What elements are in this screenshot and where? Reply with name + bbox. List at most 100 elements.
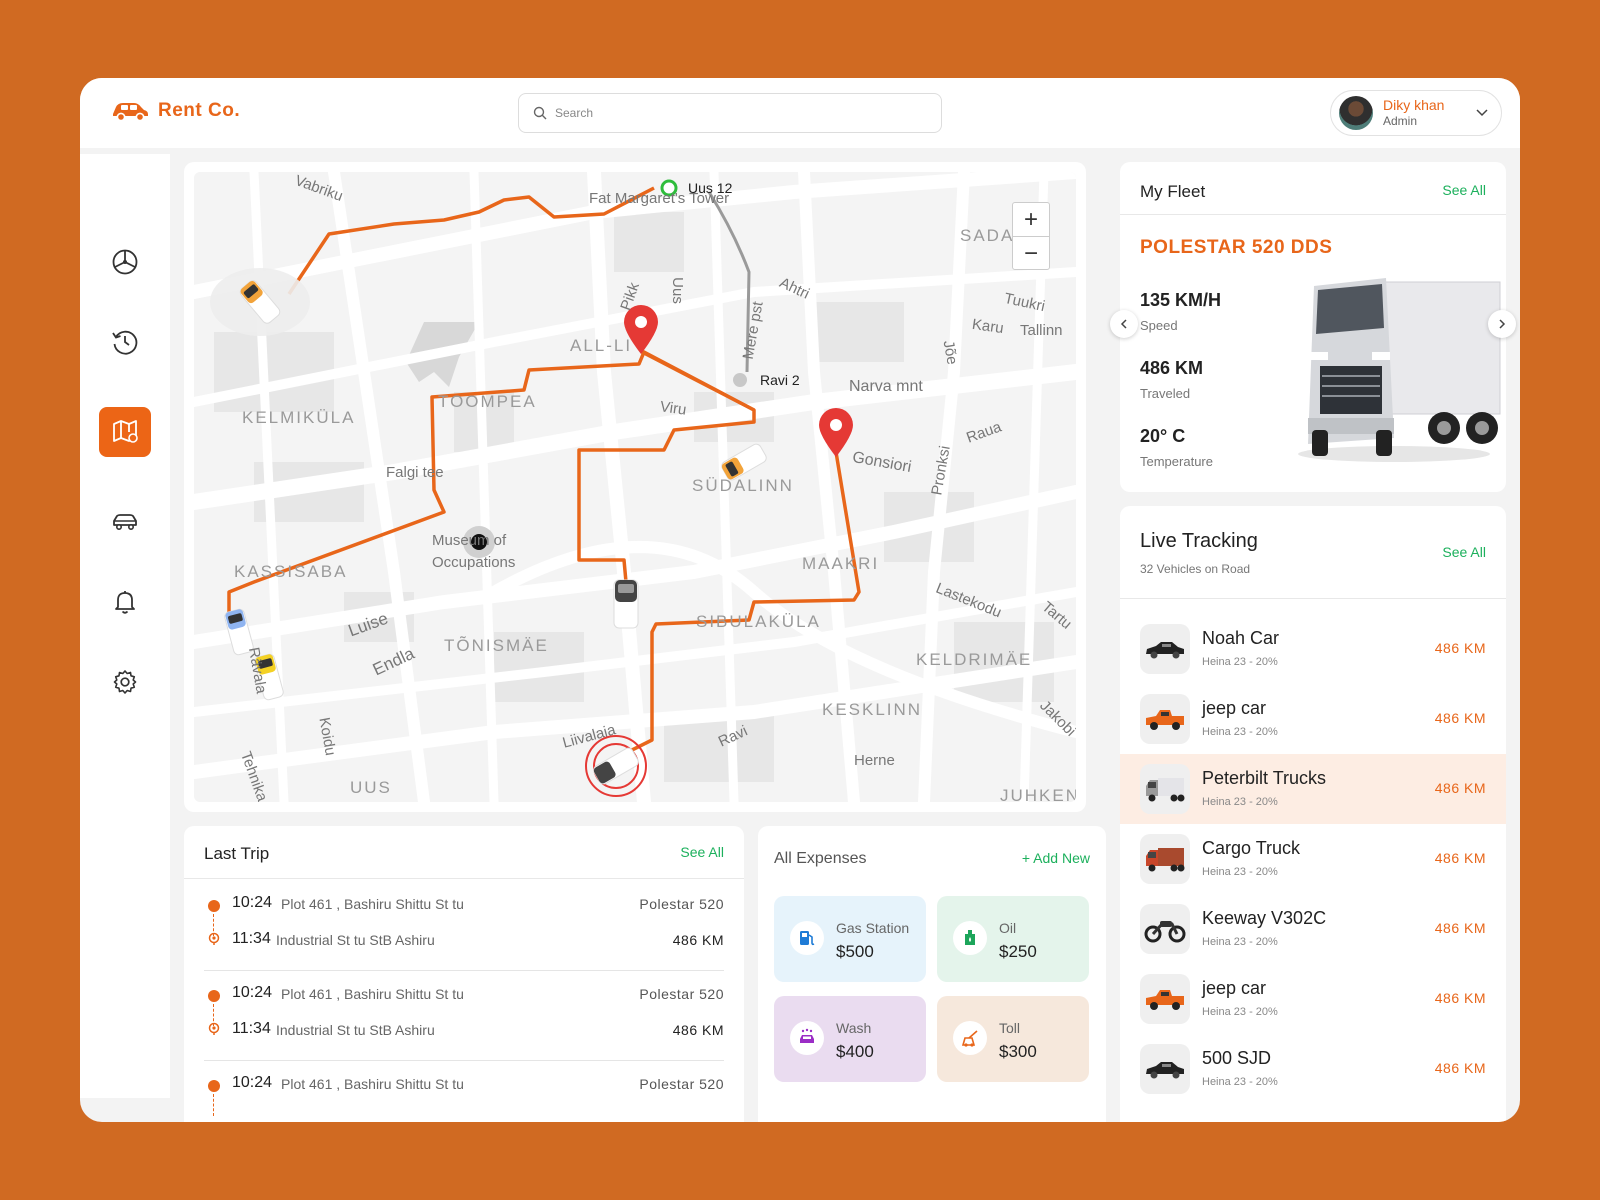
nav-history[interactable] bbox=[99, 317, 151, 367]
vehicle-location: Heina 23 - 20% bbox=[1202, 936, 1278, 948]
vehicle-row[interactable]: 500 SJD Heina 23 - 20% 486 KM bbox=[1120, 1034, 1506, 1104]
live-tracking-card: Live Tracking 32 Vehicles on Road See Al… bbox=[1120, 506, 1506, 1122]
last-trip-title: Last Trip bbox=[204, 844, 270, 863]
car-logo-icon bbox=[113, 103, 148, 122]
expense-amount: $250 bbox=[999, 942, 1037, 961]
zoom-out-button[interactable]: − bbox=[1013, 237, 1049, 271]
zoom-in-button[interactable]: + bbox=[1013, 203, 1049, 237]
live-tracking-title: Live Tracking bbox=[1140, 530, 1258, 552]
trips-see-all-link[interactable]: See All bbox=[680, 844, 724, 860]
add-expense-button[interactable]: + Add New bbox=[1022, 850, 1090, 866]
area-label: TÕNISMÄE bbox=[444, 636, 549, 655]
area-label: SIBULAKÜLA bbox=[696, 612, 821, 631]
route-map[interactable]: Vabriku Fat Margaret's Tower Uus 12 Ravi… bbox=[194, 172, 1076, 802]
avatar bbox=[1339, 96, 1373, 130]
street-label: Narva mnt bbox=[849, 378, 923, 395]
vehicle-location: Heina 23 - 20% bbox=[1202, 656, 1278, 668]
area-label: SÜDALINN bbox=[692, 476, 794, 495]
area-label: ALL-LI bbox=[570, 336, 633, 355]
chevron-left-icon bbox=[1120, 319, 1127, 329]
expense-label: Oil bbox=[999, 920, 1017, 936]
nav-map[interactable] bbox=[99, 407, 151, 457]
temperature-value: 20° C bbox=[1140, 426, 1186, 446]
vehicle-location: Heina 23 - 20% bbox=[1202, 1006, 1278, 1018]
fleet-title: My Fleet bbox=[1140, 182, 1206, 201]
vehicle-row[interactable]: Noah Car Heina 23 - 20% 486 KM bbox=[1120, 614, 1506, 684]
chevron-down-icon[interactable] bbox=[1475, 105, 1489, 119]
trip-item[interactable]: 10:24 Plot 461 , Bashiru Shittu St tu Pole… bbox=[204, 892, 724, 980]
expense-tile[interactable]: Toll $300 bbox=[937, 996, 1089, 1082]
speed-label: Speed bbox=[1140, 318, 1178, 333]
vehicle-location: Heina 23 - 20% bbox=[1202, 726, 1278, 738]
top-bar: Rent Co. Diky khan Admin bbox=[80, 78, 1520, 148]
vehicle-row[interactable]: Cargo Truck Heina 23 - 20% 486 KM bbox=[1120, 824, 1506, 894]
expenses-title: All Expenses bbox=[774, 850, 867, 867]
carousel-prev-button[interactable] bbox=[1110, 310, 1138, 338]
expense-amount: $500 bbox=[836, 942, 874, 961]
trip-start-address: Plot 461 , Bashiru Shittu St tu bbox=[281, 896, 464, 912]
nav-vehicles[interactable] bbox=[99, 497, 151, 547]
expense-tile[interactable]: Gas Station $500 bbox=[774, 896, 926, 982]
trip-distance: 486 KM bbox=[672, 1022, 724, 1038]
sidebar bbox=[80, 154, 170, 1098]
trip-start-address: Plot 461 , Bashiru Shittu St tu bbox=[281, 1076, 464, 1092]
vehicle-row[interactable]: Peterbilt Trucks Heina 23 - 20% 486 KM bbox=[1120, 754, 1506, 824]
trip-distance: 486 KM bbox=[672, 932, 724, 948]
vehicle-thumbnail bbox=[1140, 624, 1190, 674]
trip-item[interactable]: 10:24 Plot 461 , Bashiru Shittu St tu Pole… bbox=[204, 1072, 724, 1122]
brand-name: Rent Co. bbox=[158, 100, 241, 121]
carousel-next-button[interactable] bbox=[1488, 310, 1516, 338]
sedan-icon bbox=[1146, 642, 1184, 659]
traveled-label: Traveled bbox=[1140, 386, 1191, 401]
street-label: Tallinn bbox=[1020, 322, 1063, 339]
vehicle-distance: 486 KM bbox=[1434, 780, 1486, 796]
search-input[interactable] bbox=[555, 106, 915, 120]
nav-dashboard[interactable] bbox=[99, 237, 151, 287]
museum-label: Occupations bbox=[432, 554, 516, 571]
vehicle-thumbnail bbox=[1140, 974, 1190, 1024]
destination-pin-icon bbox=[208, 932, 220, 945]
expense-tile[interactable]: Oil $250 bbox=[937, 896, 1089, 982]
area-label: MAAKRI bbox=[802, 554, 880, 573]
street-label: Uus bbox=[668, 277, 686, 304]
divider bbox=[1120, 598, 1506, 599]
vehicle-distance: 486 KM bbox=[1434, 1060, 1486, 1076]
area-label: KASSISABA bbox=[234, 562, 348, 581]
area-label: KELDRIMÄE bbox=[916, 650, 1033, 669]
user-menu[interactable]: Diky khan Admin bbox=[1330, 90, 1502, 136]
fleet-see-all-link[interactable]: See All bbox=[1442, 182, 1486, 198]
vehicle-distance: 486 KM bbox=[1434, 920, 1486, 936]
expense-label: Gas Station bbox=[836, 920, 910, 936]
vehicle-row[interactable]: jeep car Heina 23 - 20% 486 KM bbox=[1120, 684, 1506, 754]
trip-end-address: Industrial St tu StB Ashiru bbox=[276, 932, 435, 948]
trip-item[interactable]: 10:24 Plot 461 , Bashiru Shittu St tu Pole… bbox=[204, 982, 724, 1070]
fleet-vehicle-name: POLESTAR 520 DDS bbox=[1140, 237, 1333, 258]
street-label: Viru bbox=[658, 398, 688, 419]
live-see-all-link[interactable]: See All bbox=[1442, 544, 1486, 560]
vehicle-distance: 486 KM bbox=[1434, 710, 1486, 726]
brand-logo[interactable]: Rent Co. bbox=[110, 100, 240, 122]
vehicle-row[interactable]: Keeway V302C Heina 23 - 20% 486 KM bbox=[1120, 894, 1506, 964]
vehicle-row[interactable]: jeep car Heina 23 - 20% 486 KM bbox=[1120, 964, 1506, 1034]
vehicle-name: Peterbilt Trucks bbox=[1202, 768, 1327, 788]
trip-vehicle: Polestar 520 bbox=[639, 1076, 724, 1092]
trip-end-time: 11:34 bbox=[232, 1020, 271, 1037]
trip-end-time: 11:34 bbox=[232, 930, 271, 947]
zoom-control: + − bbox=[1012, 202, 1050, 270]
vehicle-distance: 486 KM bbox=[1434, 990, 1486, 1006]
last-trip-card: Last Trip See All 10:24 Plot 461 , Bashir… bbox=[184, 826, 744, 1122]
trip-start-time: 10:24 bbox=[232, 1074, 273, 1091]
live-tracking-subtitle: 32 Vehicles on Road bbox=[1140, 562, 1251, 576]
area-label: TOOMPEA bbox=[438, 392, 537, 411]
search-box[interactable] bbox=[518, 93, 942, 133]
museum-label: Museum of bbox=[432, 532, 507, 549]
fleet-card: My Fleet See All POLESTAR 520 DDS 135 KM… bbox=[1110, 162, 1516, 492]
expense-tile[interactable]: Wash $400 bbox=[774, 996, 926, 1082]
nav-settings[interactable] bbox=[99, 657, 151, 707]
destination-pin-icon bbox=[208, 1022, 220, 1035]
nav-notifications[interactable] bbox=[99, 577, 151, 627]
expense-label: Toll bbox=[999, 1020, 1021, 1036]
trip-vehicle: Polestar 520 bbox=[639, 896, 724, 912]
sedan-icon bbox=[1146, 1062, 1184, 1079]
bell-icon bbox=[115, 591, 135, 614]
